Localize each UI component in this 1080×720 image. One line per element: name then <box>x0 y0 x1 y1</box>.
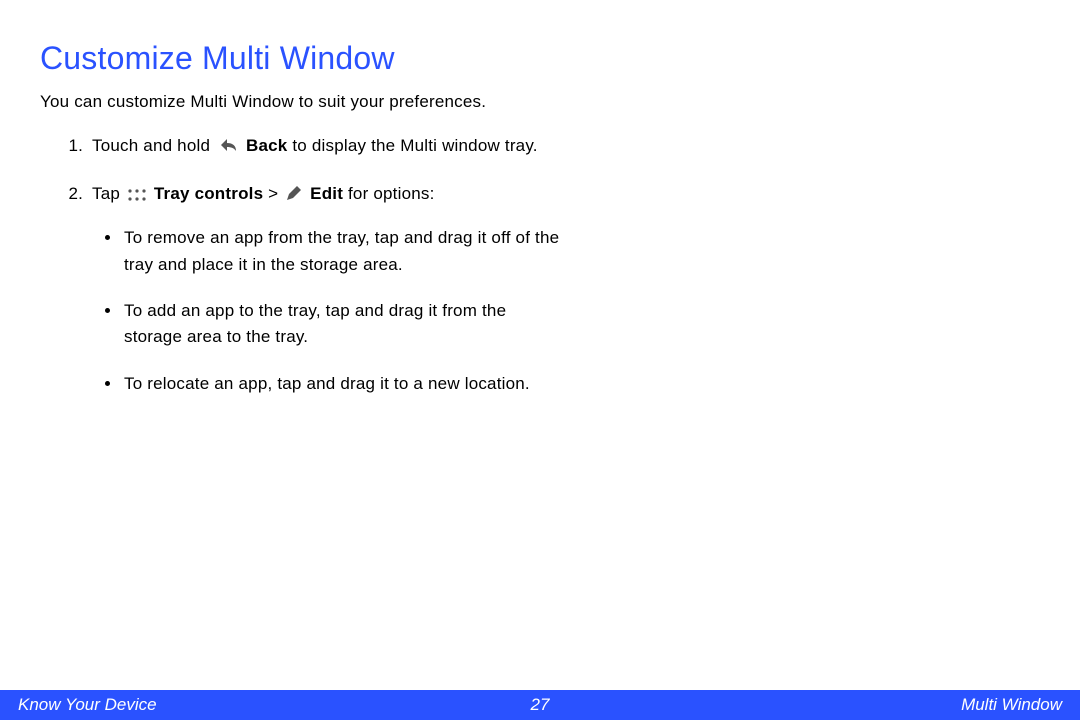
step-2: Tap Tray controls > Edit for options: To… <box>88 181 560 397</box>
option-list: To remove an app from the tray, tap and … <box>122 225 560 397</box>
step-2-bold2: Edit <box>310 184 343 203</box>
step-1-bold: Back <box>246 136 287 155</box>
footer-left: Know Your Device <box>18 690 157 720</box>
bullet-add-app: To add an app to the tray, tap and drag … <box>122 298 560 351</box>
page-content: Customize Multi Window You can customize… <box>40 40 560 397</box>
edit-icon <box>285 184 303 202</box>
step-1: Touch and hold Back to display the Multi… <box>88 133 560 159</box>
page-title: Customize Multi Window <box>40 40 560 77</box>
bullet-remove-app: To remove an app from the tray, tap and … <box>122 225 560 278</box>
step-2-bold1: Tray controls <box>154 184 263 203</box>
intro-text: You can customize Multi Window to suit y… <box>40 89 560 115</box>
footer-right: Multi Window <box>961 690 1062 720</box>
manual-page: Customize Multi Window You can customize… <box>0 0 1080 720</box>
step-2-post: for options: <box>343 184 434 203</box>
step-2-sep: > <box>263 184 283 203</box>
tray-controls-icon <box>127 188 147 202</box>
bullet-relocate-app: To relocate an app, tap and drag it to a… <box>122 371 560 397</box>
footer-page-number: 27 <box>531 690 550 720</box>
page-footer: Know Your Device 27 Multi Window <box>0 690 1080 720</box>
step-1-pre: Touch and hold <box>92 136 215 155</box>
back-icon <box>217 136 239 154</box>
step-list: Touch and hold Back to display the Multi… <box>88 133 560 397</box>
step-2-pre: Tap <box>92 184 125 203</box>
step-1-post: to display the Multi window tray. <box>287 136 537 155</box>
